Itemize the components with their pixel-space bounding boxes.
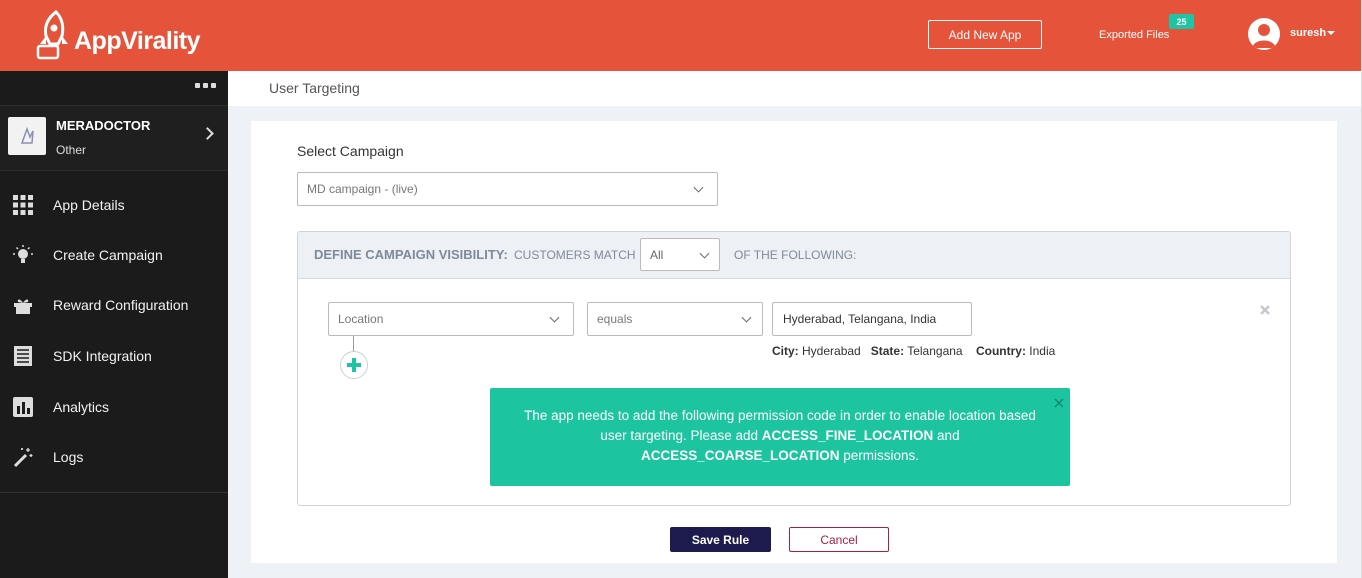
rule-attribute-value: Location [338,312,384,326]
save-rule-button[interactable]: Save Rule [670,527,771,552]
plus-icon [347,358,361,372]
city-value: Hyderabad [802,344,861,358]
match-type-value: All [650,247,664,262]
add-rule-button[interactable] [340,351,368,379]
add-new-app-button[interactable]: Add New App [928,20,1042,49]
campaign-select[interactable]: MD campaign - (live) [297,172,718,206]
state-label: State: [870,344,905,358]
rule-value-input[interactable]: Hyderabad, Telangana, India [772,302,972,336]
sidebar: MERADOCTOR Other App Details Create Camp… [0,71,228,578]
remove-rule-icon[interactable] [1258,303,1272,317]
sidebar-item-logs[interactable]: Logs [0,437,228,477]
alert-text-3: permissions. [839,448,920,463]
alert-permission-coarse: ACCESS_COARSE_LOCATION [640,448,840,463]
user-avatar-icon[interactable] [1248,18,1280,50]
country-label: Country: [975,344,1026,358]
cancel-button[interactable]: Cancel [789,527,889,552]
targeting-card: Select Campaign MD campaign - (live) DEF… [251,121,1337,563]
chevron-down-icon [693,182,704,193]
page-title: User Targeting [269,80,360,96]
user-menu[interactable]: suresh [1290,27,1336,39]
sidebar-item-label: Create Campaign [53,247,163,263]
match-type-select[interactable]: All [640,238,720,271]
campaign-visibility-panel: DEFINE CAMPAIGN VISIBILITY: CUSTOMERS MA… [297,231,1291,506]
alert-text-2: and [933,428,960,443]
app-category: Other [56,143,87,157]
sidebar-item-label: Analytics [53,399,110,415]
magic-wand-icon [11,445,35,469]
code-list-icon [11,344,35,368]
app-selector[interactable]: MERADOCTOR Other [0,105,228,171]
sidebar-item-app-details[interactable]: App Details [0,185,228,225]
rule-attribute-select[interactable]: Location [328,302,574,336]
location-permission-alert: The app needs to add the following permi… [490,388,1070,486]
chevron-down-icon [549,312,560,323]
exported-count-badge: 25 [1169,14,1194,29]
chevron-down-icon [741,312,752,323]
more-dots-icon[interactable] [195,83,216,88]
visibility-title: DEFINE CAMPAIGN VISIBILITY: [314,247,508,262]
select-campaign-label: Select Campaign [297,143,404,159]
sidebar-item-create-campaign[interactable]: Create Campaign [0,235,228,275]
state-value: Telangana [907,344,963,358]
alert-permission-fine: ACCESS_FINE_LOCATION [761,428,934,443]
sidebar-divider [0,492,228,493]
chevron-down-icon [699,248,710,259]
brand-name: AppVirality [74,26,201,55]
gift-icon [11,293,35,317]
caret-down-icon [1327,31,1336,36]
visibility-header: DEFINE CAMPAIGN VISIBILITY: CUSTOMERS MA… [298,232,1290,279]
customers-match-label: CUSTOMERS MATCH [514,248,636,262]
city-label: City: [772,344,799,358]
bulb-icon [11,243,35,267]
sidebar-item-label: Logs [53,449,84,465]
grid-icon [11,193,35,217]
sidebar-item-reward-configuration[interactable]: Reward Configuration [0,285,228,325]
sidebar-item-label: SDK Integration [53,348,152,364]
location-details: City: Hyderabad State: Telangana Country… [772,344,1055,358]
sidebar-item-label: Reward Configuration [53,297,189,313]
bar-chart-icon [11,395,35,419]
sidebar-item-analytics[interactable]: Analytics [0,387,228,427]
app-thumbnail [8,117,46,155]
exported-files-link[interactable]: Exported Files [1099,29,1169,41]
rule-connector-line [353,336,354,352]
top-bar: AppVirality Add New App Exported Files 2… [0,0,1362,71]
chevron-right-icon[interactable] [201,127,214,140]
app-name: MERADOCTOR [56,118,151,133]
close-icon[interactable] [1054,394,1064,408]
content-header: User Targeting [228,71,1361,106]
sidebar-item-sdk-integration[interactable]: SDK Integration [0,336,228,376]
country-value: India [1029,344,1056,358]
rule-operator-value: equals [597,312,633,326]
brand-logo[interactable]: AppVirality [36,10,201,60]
campaign-select-value: MD campaign - (live) [307,182,418,196]
rule-operator-select[interactable]: equals [587,302,763,336]
rule-value-text: Hyderabad, Telangana, India [783,312,937,326]
username-label: suresh [1290,27,1327,39]
sidebar-item-label: App Details [53,197,125,213]
of-the-following-label: OF THE FOLLOWING: [734,248,857,262]
rocket-icon [36,10,68,60]
